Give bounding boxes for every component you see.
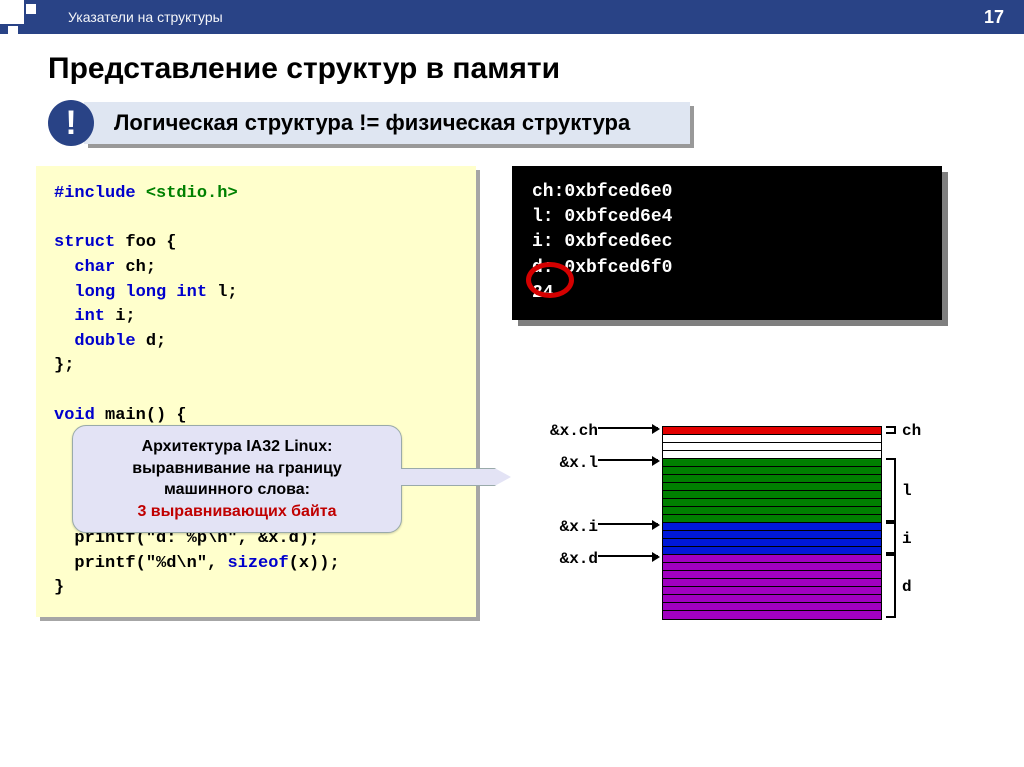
code-line: struct [54,233,115,252]
terminal-line: i: 0xbfced6ec [532,230,922,255]
code-line: sizeof [227,554,288,573]
code-line: d; [136,332,167,351]
terminal-line: ch:0xbfced6e0 [532,180,922,205]
mem-label: &x.d [560,550,598,568]
code-line: }; [54,354,458,379]
field-label: l [902,482,912,500]
breadcrumb: Указатели на структуры [38,9,223,25]
highlight-circle-icon [526,262,574,298]
code-line: i; [105,307,136,326]
code-line: char [54,258,115,277]
callout-row: ! Логическая структура != физическая стр… [48,100,1024,146]
terminal-line: l: 0xbfced6e4 [532,205,922,230]
terminal-line: d: 0xbfced6f0 [532,256,922,281]
page-title: Представление структур в памяти [48,52,1024,86]
note-line: Архитектура IA32 Linux: [89,436,385,458]
field-label: ch [902,422,921,440]
mem-label: &x.ch [550,422,598,440]
note-line: 3 выравнивающих байта [89,501,385,523]
code-line: <stdio.h> [146,184,238,203]
page-number: 17 [984,7,1004,28]
terminal-line: 24 [532,281,922,306]
terminal-output: ch:0xbfced6e0 l: 0xbfced6e4 i: 0xbfced6e… [512,166,942,320]
mem-label: &x.l [560,454,598,472]
code-line: l; [207,283,238,302]
code-line: foo { [115,233,176,252]
slide-header: Указатели на структуры 17 [0,0,1024,34]
code-block: #include <stdio.h> struct foo { char ch;… [36,166,476,617]
annotation-bubble: Архитектура IA32 Linux: выравнивание на … [72,425,402,533]
callout-text: Логическая структура != физическая струк… [84,102,690,144]
note-line: выравнивание на границу [89,458,385,480]
note-line: машинного слова: [89,479,385,501]
code-line: long long int [54,283,207,302]
code-line: void [54,406,95,425]
field-label: i [902,530,912,548]
memory-diagram: &x.ch &x.l &x.i &x.d [512,426,992,620]
field-label: d [902,578,912,596]
code-line: ch; [115,258,156,277]
code-line: double [54,332,136,351]
exclamation-icon: ! [48,100,94,146]
mem-label: &x.i [560,518,598,536]
code-line: } [54,576,458,601]
code-line: int [54,307,105,326]
code-line: printf("%d\n", [54,554,227,573]
code-line: #include [54,184,146,203]
code-line: (x)); [289,554,340,573]
logo-icon [0,0,32,34]
code-line: main() { [95,406,187,425]
pointer-arrow-icon [401,468,511,486]
